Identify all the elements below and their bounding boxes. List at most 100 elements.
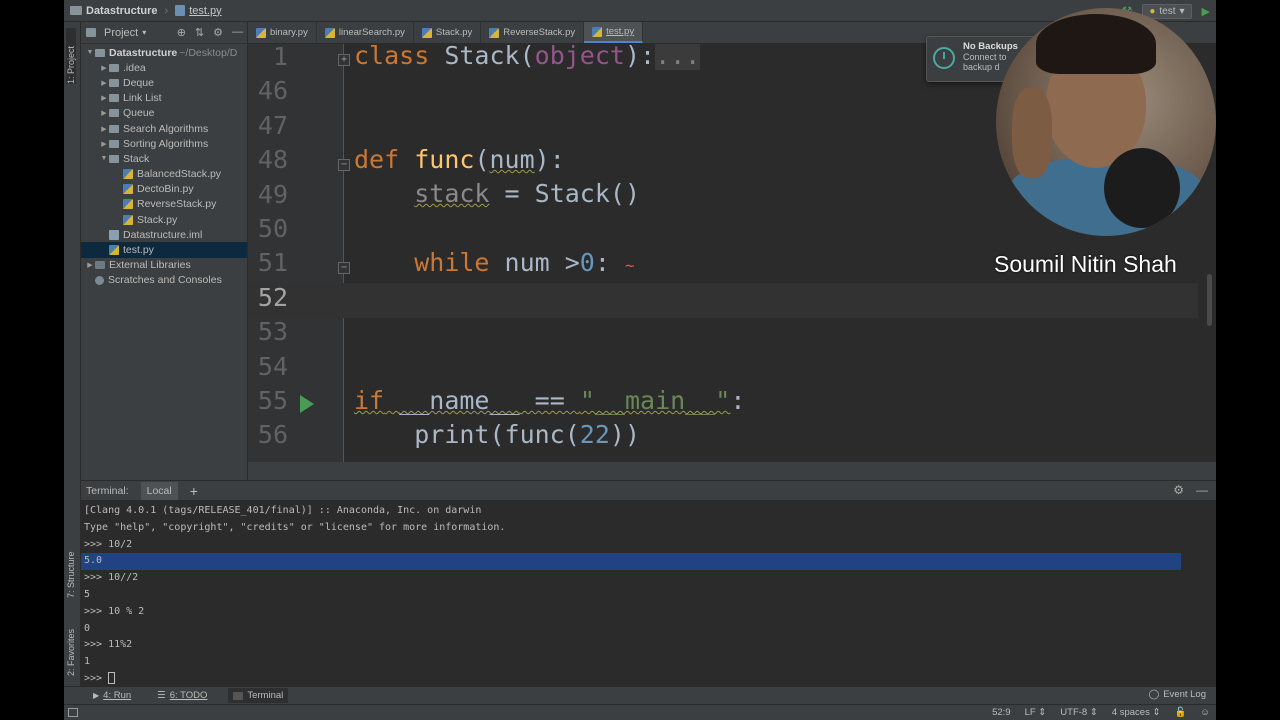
editor-tab[interactable]: test.py	[584, 22, 644, 43]
gear-icon[interactable]: ⚙	[213, 26, 223, 39]
fold-toggle-icon[interactable]: −	[338, 262, 350, 274]
tree-item[interactable]: ▼ Stack	[81, 151, 247, 166]
tree-root[interactable]: ▼ Datastructure ~/Desktop/D	[81, 45, 247, 60]
run-icon: ▶	[93, 691, 100, 700]
root-name: Datastructure	[109, 46, 178, 59]
terminal-icon	[233, 691, 244, 700]
tree-item[interactable]: ▶ .idea	[81, 60, 247, 75]
folder-icon	[109, 109, 119, 118]
syntax-error-marker: ~	[624, 256, 635, 275]
expand-arrow-icon[interactable]: ▶	[85, 261, 95, 269]
editor-tab-label: binary.py	[270, 27, 308, 38]
tool-windows-icon[interactable]	[68, 708, 78, 717]
run-configuration-select[interactable]: ● test ▾	[1142, 3, 1192, 19]
editor-scrollbar[interactable]	[1207, 274, 1212, 326]
terminal-line: >>> 11%2	[84, 639, 133, 651]
tree-item[interactable]: Datastructure.iml	[81, 227, 247, 242]
tree-item-label: External Libraries	[109, 259, 191, 272]
chevron-right-icon: ›	[164, 4, 169, 17]
expand-arrow-icon[interactable]: ▶	[99, 109, 109, 117]
tree-item[interactable]: Stack.py	[81, 212, 247, 227]
notification-line-1: Connect to	[963, 52, 1007, 62]
line-number: 51	[257, 248, 288, 278]
expand-arrow-icon[interactable]: ▶	[99, 125, 109, 133]
project-view-select[interactable]: Project	[104, 27, 138, 39]
tree-item[interactable]: BalancedStack.py	[81, 167, 247, 182]
expand-arrow-icon[interactable]: ▶	[99, 79, 109, 87]
file-encoding[interactable]: UTF-8 ⇕	[1060, 707, 1098, 718]
tree-item-label: DectoBin.py	[137, 183, 194, 196]
tree-item[interactable]: ▶ Link List	[81, 91, 247, 106]
python-file-icon	[123, 214, 133, 225]
tree-item[interactable]: DectoBin.py	[81, 182, 247, 197]
collapse-all-icon[interactable]: ⇅	[195, 26, 204, 39]
tree-item-label: Link List	[123, 92, 162, 105]
presenter-name: Soumil Nitin Shah	[994, 251, 1177, 277]
run-icon[interactable]: ▶	[1202, 5, 1210, 18]
python-file-icon	[123, 184, 133, 195]
terminal-tools: ⚙ —	[1173, 483, 1208, 497]
terminal-line: 0	[84, 622, 91, 634]
run-configuration-label: test	[1159, 5, 1176, 17]
event-log-button[interactable]: ◯ Event Log	[1149, 689, 1206, 700]
locate-icon[interactable]: ⊕	[177, 26, 186, 39]
tree-item[interactable]: ▶ Queue	[81, 106, 247, 121]
python-file-icon	[421, 27, 432, 38]
expand-arrow-icon[interactable]: ▶	[99, 64, 109, 72]
tree-item[interactable]: ▶ External Libraries	[81, 258, 247, 273]
folded-code-indicator[interactable]: ...	[655, 44, 701, 70]
editor-tab[interactable]: Stack.py	[414, 22, 482, 43]
caret-position[interactable]: 52:9	[992, 707, 1011, 718]
root-path: ~/Desktop/D	[179, 46, 238, 59]
python-file-icon	[123, 169, 133, 180]
lock-icon[interactable]: 🔓	[1174, 707, 1186, 718]
line-separator[interactable]: LF ⇕	[1025, 707, 1047, 718]
breadcrumb-file[interactable]: test.py	[189, 5, 221, 17]
tab-project[interactable]: 1: Project	[66, 28, 76, 84]
expand-arrow-icon[interactable]: ▶	[99, 94, 109, 102]
terminal-tool-button[interactable]: Terminal	[228, 688, 289, 703]
tree-item-label: Deque	[123, 76, 154, 89]
chevron-down-icon[interactable]: ▾	[142, 28, 146, 37]
project-panel-tools: ⊕ ⇅ ⚙ —	[177, 26, 243, 39]
folder-icon	[109, 154, 119, 163]
tree-item[interactable]: test.py	[81, 242, 247, 258]
hide-icon[interactable]: —	[1196, 483, 1208, 497]
line-number: 1	[272, 44, 288, 71]
tab-favorites[interactable]: 2: Favorites	[66, 612, 76, 676]
terminal-line: Type "help", "copyright", "credits" or "…	[84, 521, 506, 533]
tree-item[interactable]: ReverseStack.py	[81, 197, 247, 212]
presenter-webcam	[996, 8, 1216, 236]
expand-arrow-icon[interactable]: ▼	[99, 155, 109, 162]
inspector-icon[interactable]: ☺	[1200, 707, 1210, 718]
editor-tab[interactable]: ReverseStack.py	[481, 22, 585, 43]
expand-arrow-icon[interactable]: ▼	[85, 49, 95, 56]
terminal-tab-local[interactable]: Local	[140, 481, 178, 500]
tree-item[interactable]: Scratches and Consoles	[81, 273, 247, 288]
line-number: 47	[257, 110, 288, 140]
fold-toggle-icon[interactable]: −	[338, 159, 350, 171]
indent-setting[interactable]: 4 spaces ⇕	[1112, 707, 1161, 718]
notification-line-2: backup d	[963, 62, 1000, 72]
gear-icon[interactable]: ⚙	[1173, 483, 1184, 497]
breadcrumb-project[interactable]: Datastructure	[86, 5, 158, 17]
terminal-line: 1	[84, 656, 91, 668]
hide-icon[interactable]: —	[232, 26, 243, 39]
line-number: 50	[257, 214, 288, 243]
tab-structure[interactable]: 7: Structure	[66, 534, 76, 598]
fold-toggle-icon[interactable]: +	[338, 54, 350, 66]
todo-tool-button[interactable]: ☰ 6: TODO	[152, 688, 212, 703]
tree-item[interactable]: ▶ Search Algorithms	[81, 121, 247, 136]
run-gutter-icon[interactable]	[300, 395, 314, 413]
microphone	[1104, 148, 1180, 228]
project-panel: Project ▾ ⊕ ⇅ ⚙ — ▼ Datastructure ~/Desk…	[81, 22, 248, 480]
new-terminal-plus-icon[interactable]: +	[190, 483, 198, 499]
editor-tab[interactable]: binary.py	[248, 22, 317, 43]
editor-tab[interactable]: linearSearch.py	[317, 22, 414, 43]
python-file-icon	[489, 27, 500, 38]
terminal-output[interactable]: [Clang 4.0.1 (tags/RELEASE_401/final)] :…	[81, 500, 1216, 686]
tree-item[interactable]: ▶ Sorting Algorithms	[81, 136, 247, 151]
tree-item[interactable]: ▶ Deque	[81, 75, 247, 90]
run-tool-button[interactable]: ▶ 4: Run	[88, 688, 136, 703]
expand-arrow-icon[interactable]: ▶	[99, 140, 109, 148]
